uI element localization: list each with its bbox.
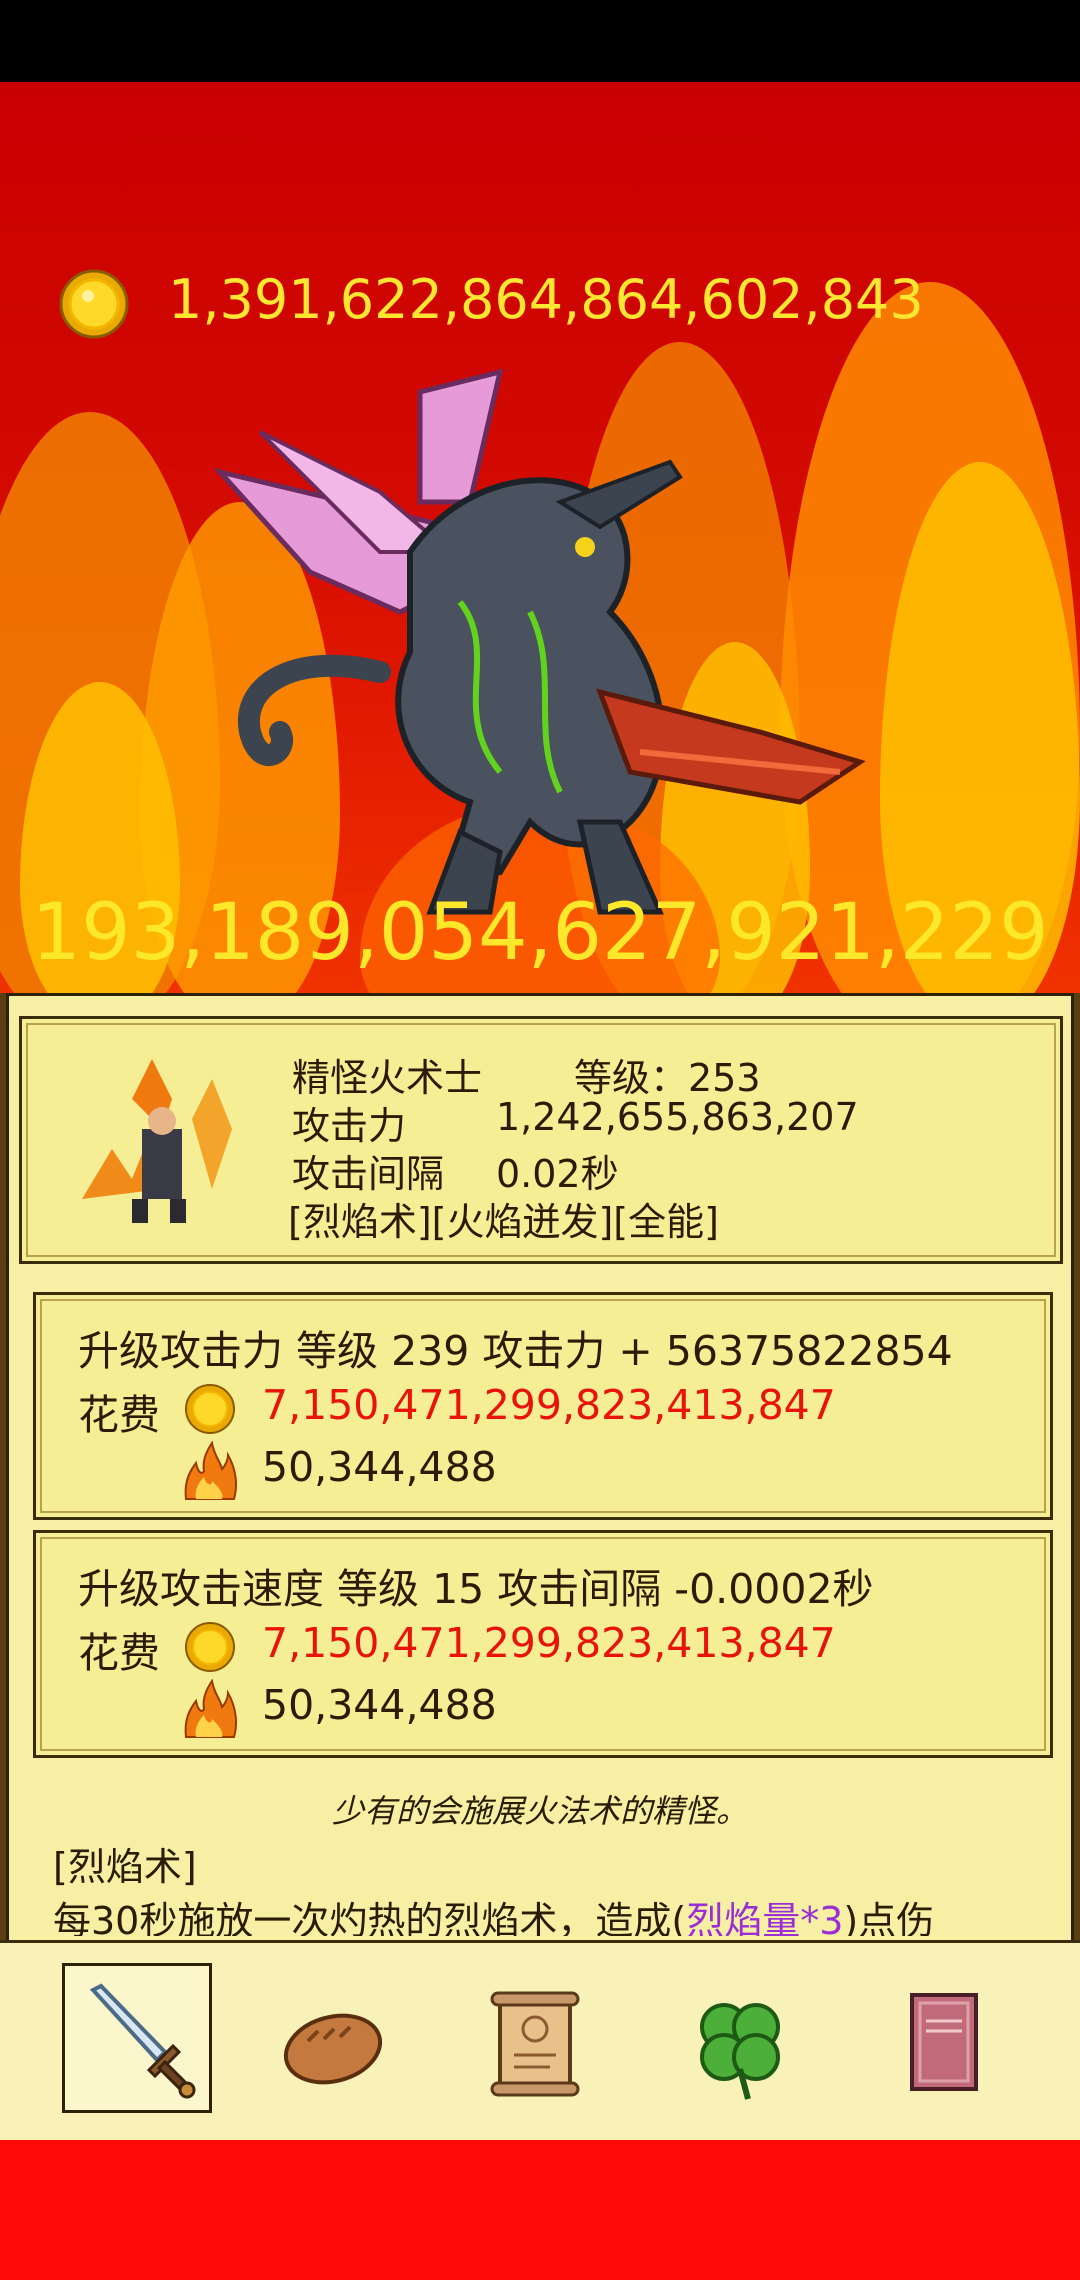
bottom-banner (0, 2140, 1080, 2280)
gold-coin-icon (185, 1384, 235, 1434)
upgrade-speed-flame-cost: 50,344,488 (262, 1681, 497, 1729)
skill-description: 每30秒施放一次灼热的烈焰术，造成(烈焰量*3)点伤 (53, 1890, 934, 1936)
interval-label: 攻击间隔 (292, 1152, 445, 1196)
sword-icon (89, 1983, 196, 2099)
attack-label: 攻击力 (292, 1104, 407, 1148)
skill-text-before: 每30秒施放一次灼热的烈焰术，造成( (53, 1899, 687, 1936)
upgrade-attack-flame-cost: 50,344,488 (262, 1443, 497, 1491)
upgrade-speed-title: 升级攻击速度 等级 15 攻击间隔 -0.0002秒 (78, 1565, 874, 1613)
upgrade-attack-cost-label: 花费 (78, 1391, 160, 1439)
book-icon (910, 1993, 978, 2091)
bread-icon (283, 2013, 383, 2085)
skill-text-highlight: 烈焰量*3 (686, 1899, 844, 1936)
nav-tab-scroll[interactable] (460, 1969, 610, 2119)
status-bar (0, 0, 1080, 82)
upgrade-speed-gold-cost: 7,150,471,299,823,413,847 (262, 1619, 836, 1667)
hero-name: 精怪火术士 (292, 1056, 483, 1100)
monster-sprite[interactable] (200, 352, 880, 952)
hero-skills: [烈焰术][火焰迸发][全能] (288, 1200, 719, 1244)
hero-level: 等级：253 (574, 1056, 761, 1100)
upgrade-attack-card[interactable]: 升级攻击力 等级 239 攻击力 + 56375822854 花费 7,150,… (33, 1292, 1053, 1520)
bottom-nav (0, 1940, 1080, 2143)
clover-icon (700, 2003, 780, 2100)
upgrade-speed-card[interactable]: 升级攻击速度 等级 15 攻击间隔 -0.0002秒 花费 7,150,471,… (33, 1530, 1053, 1758)
nav-tab-bread[interactable] (258, 1969, 408, 2119)
flame-icon (184, 1679, 237, 1738)
skill-title: [烈焰术] (53, 1845, 197, 1889)
hero-flavor-text: 少有的会施展火法术的精怪。 (331, 1792, 748, 1830)
monster-hp: 193,189,054,627,921,229 (31, 888, 1049, 978)
scroll-icon (490, 1991, 580, 2097)
nav-tab-book[interactable] (868, 1969, 1018, 2119)
gold-coin-icon (59, 269, 129, 339)
attack-value: 1,242,655,863,207 (496, 1095, 859, 1139)
upgrade-speed-cost-label: 花费 (78, 1629, 160, 1677)
hero-card: 精怪火术士 等级：253 攻击力 1,242,655,863,207 攻击间隔 … (19, 1016, 1063, 1264)
upgrade-attack-title: 升级攻击力 等级 239 攻击力 + 56375822854 (78, 1327, 953, 1375)
hero-portrait (82, 1059, 232, 1223)
skill-text-after: )点伤 (843, 1899, 935, 1936)
nav-tab-sword[interactable] (62, 1963, 212, 2113)
nav-tab-clover[interactable] (664, 1969, 814, 2119)
battle-scene[interactable]: 1,391,622,864,864,602,843 193,189,054,62… (0, 82, 1080, 997)
upgrade-attack-gold-cost: 7,150,471,299,823,413,847 (262, 1381, 836, 1429)
gold-coin-icon (185, 1622, 235, 1672)
flame-icon (184, 1441, 237, 1500)
interval-value: 0.02秒 (496, 1152, 619, 1196)
gold-amount: 1,391,622,864,864,602,843 (168, 268, 924, 331)
